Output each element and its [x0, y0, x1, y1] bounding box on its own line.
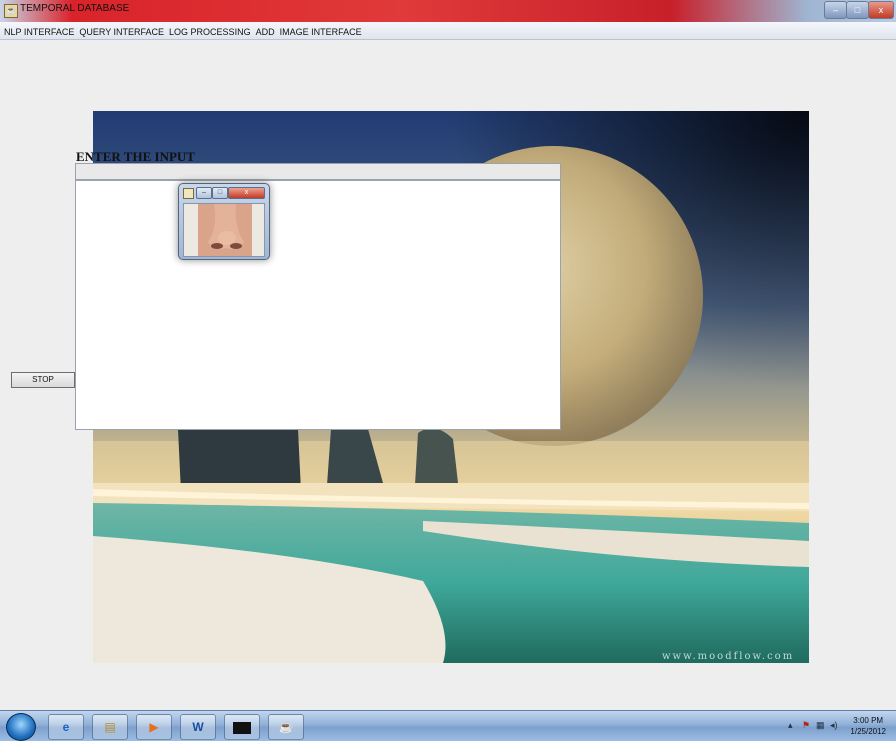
window-titlebar[interactable]: ☕ TEMPORAL DATABASE – □ x — [0, 0, 896, 22]
close-button[interactable]: x — [868, 1, 894, 19]
menu-query-interface[interactable]: QUERY INTERFACE — [78, 23, 165, 39]
preview-close-button[interactable]: x — [228, 187, 265, 199]
minimize-button[interactable]: – — [824, 1, 847, 19]
menu-image-interface[interactable]: IMAGE INTERFACE — [279, 23, 363, 39]
taskbar-cmd[interactable] — [224, 714, 260, 740]
system-tray: ▴ ⚑ ▦ ◂) 3:00 PM 1/25/2012 — [760, 714, 892, 738]
menu-nlp-interface[interactable]: NLP INTERFACE — [3, 23, 75, 39]
network-icon[interactable]: ▦ — [816, 720, 826, 730]
input-text-area[interactable] — [75, 180, 561, 430]
media-player-icon: ▶ — [149, 720, 159, 734]
tray-arrow-icon[interactable]: ▴ — [788, 720, 798, 730]
preview-maximize-button[interactable]: □ — [212, 187, 228, 199]
menu-bar: NLP INTERFACE QUERY INTERFACE LOG PROCESSI… — [0, 22, 896, 40]
clock-time: 3:00 PM — [853, 716, 884, 725]
taskbar-media-player[interactable]: ▶ — [136, 714, 172, 740]
taskbar-explorer[interactable]: ▤ — [92, 714, 128, 740]
stop-button[interactable]: STOP — [11, 372, 75, 388]
taskbar-ie[interactable]: e — [48, 714, 84, 740]
maximize-button[interactable]: □ — [846, 1, 869, 19]
ie-icon: e — [62, 720, 70, 734]
taskbar-java[interactable]: ☕ — [268, 714, 304, 740]
explorer-icon: ▤ — [104, 720, 116, 734]
action-center-icon[interactable]: ⚑ — [802, 720, 812, 730]
watermark-text: www.moodflow.com — [662, 651, 795, 662]
start-button[interactable] — [6, 713, 36, 741]
clock[interactable]: 3:00 PM 1/25/2012 — [850, 715, 886, 737]
preview-minimize-button[interactable]: – — [196, 187, 212, 199]
cmd-icon — [233, 721, 251, 734]
nose-image — [183, 203, 265, 257]
java-app-icon: ☕ — [4, 4, 18, 18]
word-icon: W — [192, 720, 204, 734]
taskbar: e ▤ ▶ W ☕ ▴ ⚑ ▦ ◂) 3:00 PM 1/25/2012 — [0, 710, 896, 741]
volume-icon[interactable]: ◂) — [830, 720, 840, 730]
clock-date: 1/25/2012 — [850, 727, 886, 736]
menu-log-processing[interactable]: LOG PROCESSING — [168, 23, 252, 39]
taskbar-word[interactable]: W — [180, 714, 216, 740]
java-icon: ☕ — [278, 720, 294, 734]
image-preview-window[interactable]: – □ x — [178, 183, 270, 260]
menu-add[interactable]: ADD — [255, 23, 276, 39]
input-text-field[interactable] — [75, 163, 561, 180]
java-app-icon — [183, 188, 194, 199]
window-title: TEMPORAL DATABASE — [20, 3, 130, 14]
